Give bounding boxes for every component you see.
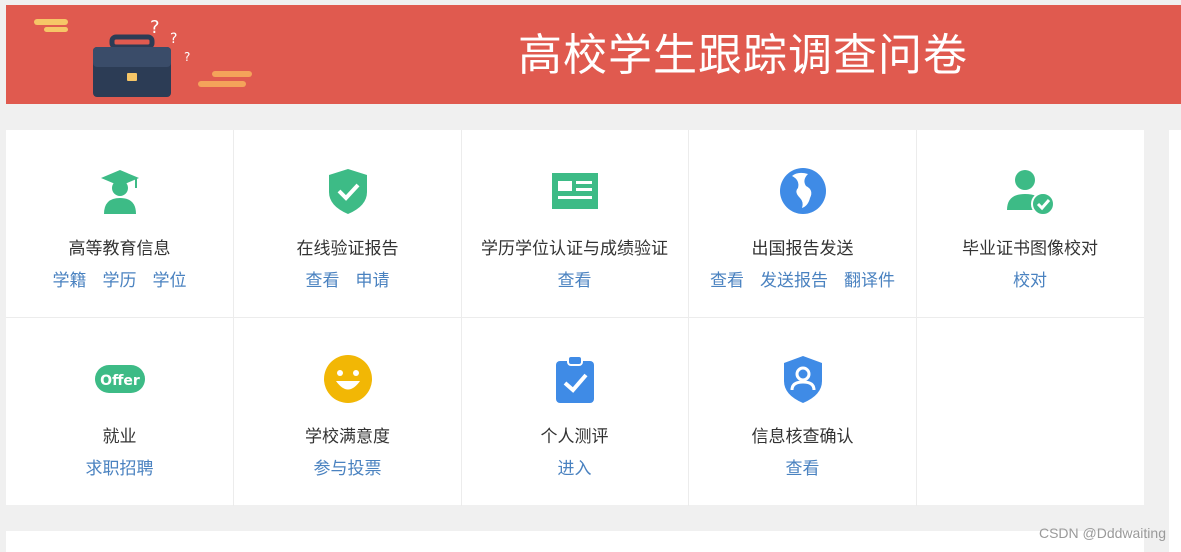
- user-check-icon: [1005, 166, 1055, 216]
- globe-icon: [778, 166, 828, 216]
- service-tile: 学历学位认证与成绩验证 查看: [461, 130, 689, 318]
- lower-card: [6, 531, 1144, 552]
- empty-cell: [916, 318, 1144, 506]
- service-links: 查看: [461, 266, 688, 291]
- svg-text:?: ?: [150, 17, 160, 38]
- service-title: 学校满意度: [305, 427, 390, 447]
- offer-icon: Offer: [95, 354, 145, 404]
- service-link[interactable]: 查看: [786, 459, 820, 479]
- service-link[interactable]: 校对: [1013, 271, 1047, 291]
- service-title: 个人测评: [540, 427, 609, 447]
- service-link[interactable]: 学籍: [53, 271, 87, 291]
- svg-text:?: ?: [170, 31, 177, 47]
- service-links: 进入: [461, 454, 688, 479]
- page-title: 高校学生跟踪调查问卷: [518, 30, 968, 81]
- watermark: CSDN @Dddwaiting: [1038, 525, 1166, 541]
- service-links: 查看: [689, 454, 916, 479]
- service-tile: 毕业证书图像校对 校对: [916, 130, 1144, 318]
- briefcase-icon: ? ? ?: [34, 17, 252, 97]
- service-links: 查看 发送报告 翻译件: [689, 266, 916, 291]
- service-link[interactable]: 发送报告: [760, 271, 828, 291]
- service-title: 学历学位认证与成绩验证: [481, 239, 668, 259]
- service-link[interactable]: 申请: [356, 271, 390, 291]
- service-link[interactable]: 求职招聘: [86, 459, 154, 479]
- service-tile: 在线验证报告查看 申请: [234, 130, 462, 318]
- service-tile: 高等教育信息学籍 学历 学位: [6, 130, 234, 318]
- shield-user-icon: [778, 354, 828, 404]
- service-links: 求职招聘: [6, 454, 233, 479]
- service-link[interactable]: 查看: [710, 271, 744, 291]
- service-tile: 个人测评 进入: [461, 318, 689, 506]
- svg-text:?: ?: [184, 50, 190, 64]
- service-link[interactable]: 查看: [306, 271, 340, 291]
- services-grid: 高等教育信息 学籍 学历 学位 在线验证报告 查看 申请 学历学位认证与成绩验证 查看 出国报告发…: [6, 130, 1144, 506]
- service-links: 学籍 学历 学位: [6, 266, 233, 291]
- service-link[interactable]: 进入: [558, 459, 592, 479]
- service-link[interactable]: 学历: [103, 271, 137, 291]
- service-link[interactable]: 翻译件: [844, 271, 895, 291]
- service-title: 毕业证书图像校对: [962, 239, 1098, 259]
- service-title: 在线验证报告: [296, 239, 399, 259]
- service-title: 高等教育信息: [68, 239, 171, 259]
- service-tile: 出国报告发送 查看 发送报告 翻译件: [689, 130, 917, 318]
- svg-text:Offer: Offer: [100, 373, 140, 389]
- id-card-icon: [550, 166, 600, 216]
- header-banner: ? ? ? 高校学生跟踪调查问卷: [6, 5, 1181, 104]
- service-link[interactable]: 查看: [558, 271, 592, 291]
- graduate-icon: [95, 166, 145, 216]
- shield-check-icon: [323, 166, 373, 216]
- service-links: 查看 申请: [234, 266, 461, 291]
- smiley-icon: [323, 354, 373, 404]
- clipboard-check-icon: [550, 354, 600, 404]
- service-link[interactable]: 参与投票: [314, 459, 382, 479]
- service-links: 校对: [916, 266, 1144, 291]
- side-panel: [1169, 130, 1181, 552]
- services-card: 高等教育信息 学籍 学历 学位 在线验证报告 查看 申请 学历学位认证与成绩验证 查看 出国报告发…: [6, 130, 1144, 506]
- service-tile: 信息核查确认 查看: [689, 318, 917, 506]
- service-title: 就业: [102, 427, 137, 447]
- service-link[interactable]: 学位: [153, 271, 187, 291]
- service-title: 出国报告发送: [751, 239, 854, 259]
- service-tile: 学校满意度 参与投票: [234, 318, 462, 506]
- service-title: 信息核查确认: [751, 427, 854, 447]
- service-links: 参与投票: [234, 454, 461, 479]
- service-tile: Offer 就业求职招聘: [6, 318, 234, 506]
